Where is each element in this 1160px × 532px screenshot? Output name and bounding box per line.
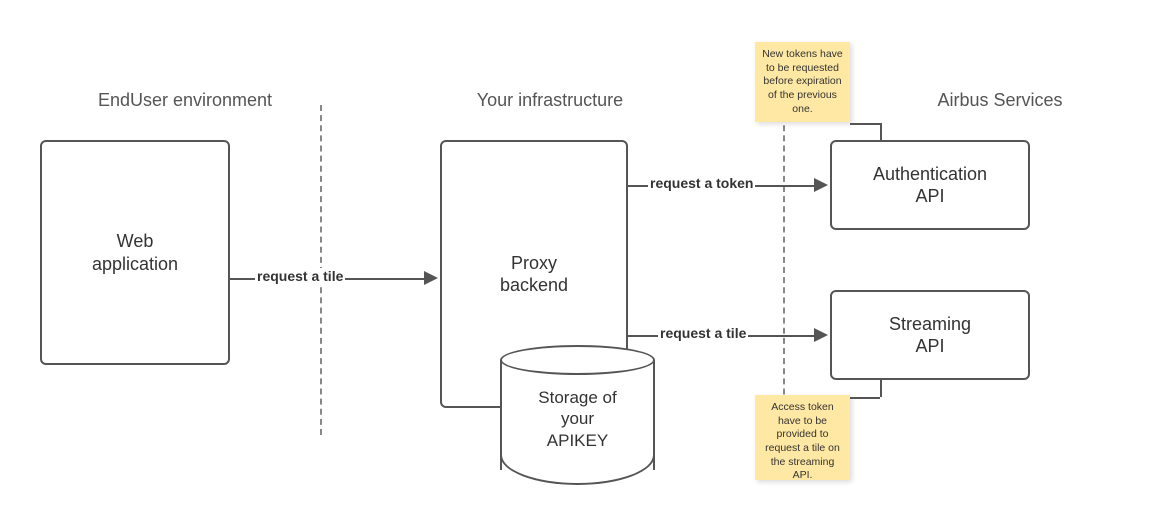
- diagram-canvas: EndUser environment Your infrastructure …: [0, 0, 1160, 532]
- note-top-connector-h: [850, 123, 880, 125]
- node-web-application: Web application: [40, 140, 230, 365]
- section-title-enduser: EndUser environment: [70, 90, 300, 111]
- node-streaming-api: Streaming API: [830, 290, 1030, 380]
- node-authentication-api-label: Authentication API: [873, 163, 987, 208]
- section-title-infra: Your infrastructure: [450, 90, 650, 111]
- node-proxy-backend-label: Proxy backend: [500, 252, 568, 297]
- node-storage-apikey-label: Storage of your APIKEY: [500, 387, 655, 451]
- note-bottom-connector-v: [880, 380, 882, 397]
- node-storage-apikey: Storage of your APIKEY: [500, 345, 655, 485]
- note-top-connector-v: [880, 123, 882, 140]
- edge-proxy-to-stream-arrowhead: [814, 328, 828, 342]
- note-access-token: Access token have to be provided to requ…: [755, 395, 850, 480]
- node-streaming-api-label: Streaming API: [889, 313, 971, 358]
- divider-right: [783, 105, 785, 435]
- note-bottom-connector-h: [850, 397, 880, 399]
- edge-proxy-to-auth-arrowhead: [814, 178, 828, 192]
- section-title-airbus: Airbus Services: [910, 90, 1090, 111]
- node-authentication-api: Authentication API: [830, 140, 1030, 230]
- edge-webapp-to-proxy-label: request a tile: [255, 268, 345, 284]
- edge-webapp-to-proxy-arrowhead: [424, 271, 438, 285]
- node-web-application-label: Web application: [92, 230, 178, 275]
- edge-proxy-to-stream-label: request a tile: [658, 325, 748, 341]
- note-token-expiration: New tokens have to be requested before e…: [755, 42, 850, 122]
- edge-proxy-to-auth-label: request a token: [648, 175, 755, 191]
